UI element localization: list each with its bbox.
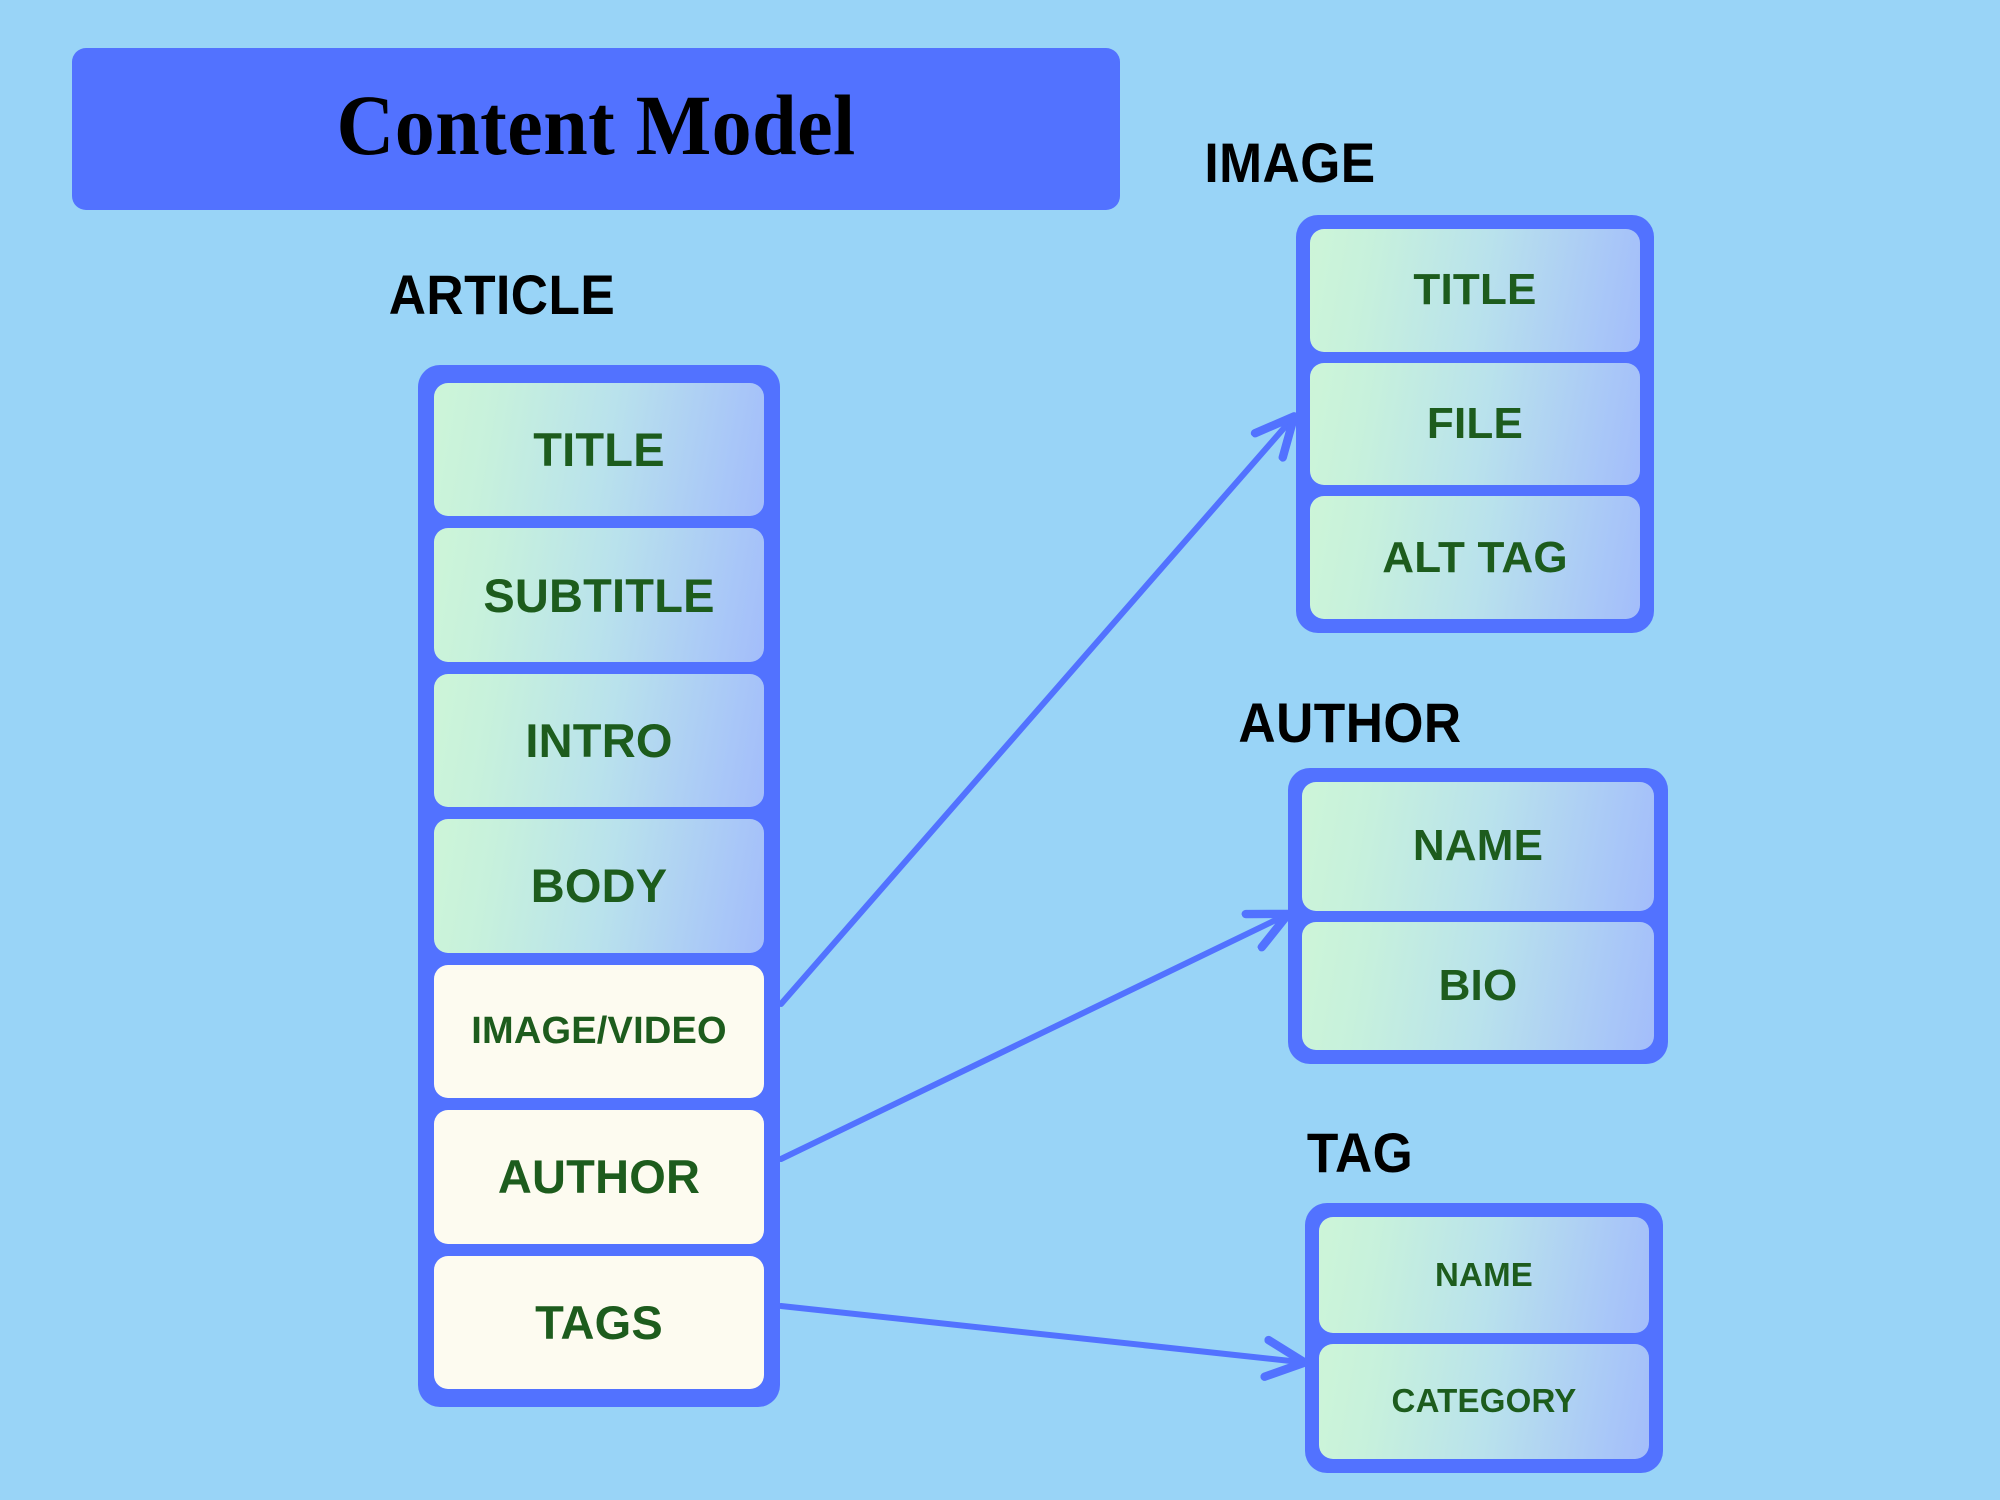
page-title: Content Model <box>336 77 856 173</box>
relation-arrows <box>778 0 2000 1500</box>
field-article-subtitle[interactable]: SUBTITLE <box>434 528 764 662</box>
field-tag-name[interactable]: NAME <box>1319 1217 1649 1333</box>
entity-title-article: ARTICLE <box>388 263 616 326</box>
field-image-file[interactable]: FILE <box>1310 362 1640 486</box>
entity-title-author: AUTHOR <box>1238 691 1462 754</box>
arrow-author-to-author <box>778 916 1284 1162</box>
entity-box-tag: NAME CATEGORY <box>1305 1203 1663 1473</box>
entity-box-author: NAME BIO <box>1288 768 1668 1064</box>
field-author-bio[interactable]: BIO <box>1302 921 1654 1050</box>
entity-title-tag: TAG <box>1306 1121 1414 1184</box>
field-article-image-video[interactable]: IMAGE/VIDEO <box>434 964 764 1099</box>
entity-title-image: IMAGE <box>1204 131 1376 194</box>
field-article-intro[interactable]: INTRO <box>434 673 764 808</box>
field-image-alt-tag[interactable]: ALT TAG <box>1310 496 1640 620</box>
diagram-canvas: Content Model ARTICLE TITLE SUBTITLE INT… <box>0 0 2000 1500</box>
entity-box-image: TITLE FILE ALT TAG <box>1296 215 1654 633</box>
field-article-body[interactable]: BODY <box>434 819 764 953</box>
field-image-title[interactable]: TITLE <box>1310 229 1640 352</box>
field-article-author[interactable]: AUTHOR <box>434 1110 764 1244</box>
field-article-tags[interactable]: TAGS <box>434 1255 764 1389</box>
field-tag-category[interactable]: CATEGORY <box>1319 1343 1649 1459</box>
arrow-tags-to-tag <box>778 1303 1300 1362</box>
field-article-title[interactable]: TITLE <box>434 383 764 517</box>
entity-box-article: TITLE SUBTITLE INTRO BODY IMAGE/VIDEO AU… <box>418 365 780 1407</box>
field-author-name[interactable]: NAME <box>1302 782 1654 911</box>
diagram-title-banner: Content Model <box>72 48 1120 210</box>
